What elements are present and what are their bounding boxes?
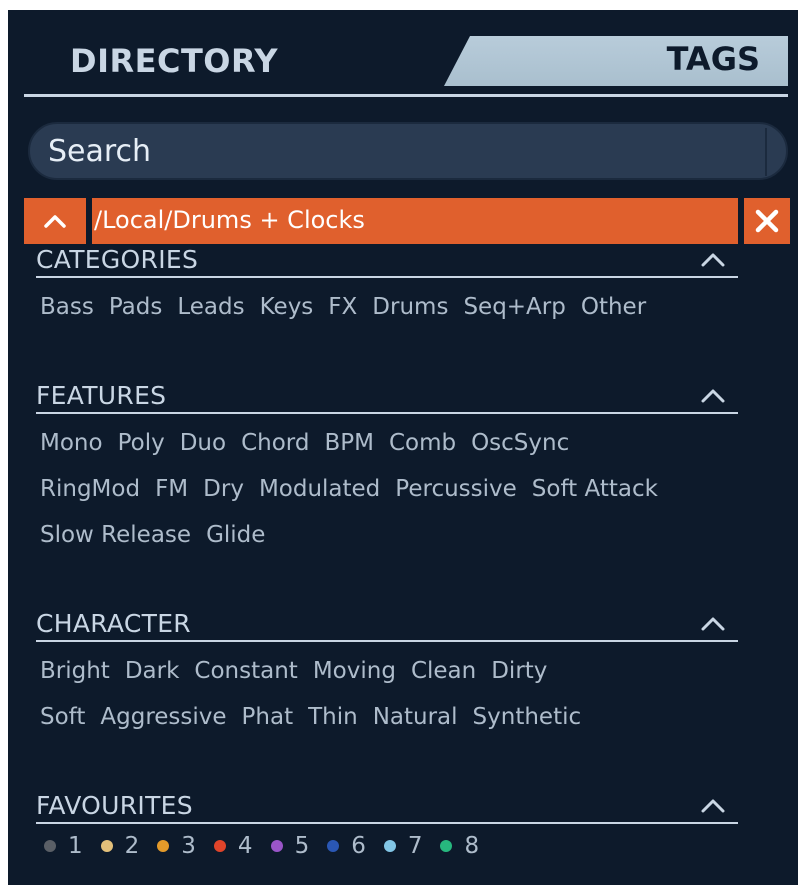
tag-row: Bright Dark Constant Moving Clean Dirty bbox=[40, 648, 738, 694]
tag-drums[interactable]: Drums bbox=[372, 294, 448, 320]
features-tags: Mono Poly Duo Chord BPM Comb OscSync RingMod FM D… bbox=[36, 414, 738, 558]
color-dot-icon bbox=[327, 840, 340, 852]
tag-poly[interactable]: Poly bbox=[118, 430, 165, 456]
tab-tags[interactable]: TAGS bbox=[444, 36, 788, 86]
color-dot-icon bbox=[100, 840, 113, 852]
collapse-icon[interactable] bbox=[700, 386, 726, 406]
tag-phat[interactable]: Phat bbox=[242, 704, 294, 730]
favourite-1[interactable]: 1 bbox=[44, 833, 83, 859]
tag-natural[interactable]: Natural bbox=[373, 704, 458, 730]
tag-mono[interactable]: Mono bbox=[40, 430, 103, 456]
tag-dark[interactable]: Dark bbox=[125, 658, 180, 684]
tag-row: Mono Poly Duo Chord BPM Comb OscSync bbox=[40, 420, 738, 466]
close-icon bbox=[755, 209, 779, 233]
features-header: FEATURES bbox=[36, 381, 738, 414]
path-bar: /Local/Drums + Clocks bbox=[24, 198, 790, 244]
tag-bpm[interactable]: BPM bbox=[324, 430, 374, 456]
color-dot-icon bbox=[44, 840, 56, 852]
search-box bbox=[28, 122, 788, 180]
character-section: CHARACTER Bright Dark Constant Moving Clean D… bbox=[36, 609, 738, 740]
tag-fx[interactable]: FX bbox=[328, 294, 357, 320]
tag-other[interactable]: Other bbox=[581, 294, 646, 320]
tag-constant[interactable]: Constant bbox=[194, 658, 297, 684]
tag-slow-release[interactable]: Slow Release bbox=[40, 522, 191, 548]
favourite-4[interactable]: 4 bbox=[213, 833, 253, 859]
tag-row: RingMod FM Dry Modulated Percussive Soft Atta… bbox=[40, 466, 738, 512]
tag-seq-arp[interactable]: Seq+Arp bbox=[463, 294, 565, 320]
favourite-2[interactable]: 2 bbox=[100, 833, 140, 859]
search-divider bbox=[765, 128, 767, 176]
path-up-button[interactable] bbox=[24, 198, 86, 244]
categories-header: CATEGORIES bbox=[36, 245, 738, 278]
favourites-list: 1 2 3 4 5 6 7 8 bbox=[36, 824, 738, 868]
browser-panel: DIRECTORY TAGS /Local/Drums + Clocks CAT… bbox=[8, 10, 798, 885]
favourites-header: FAVOURITES bbox=[36, 791, 738, 824]
tag-bass[interactable]: Bass bbox=[40, 294, 94, 320]
tag-aggressive[interactable]: Aggressive bbox=[100, 704, 226, 730]
tab-directory[interactable]: DIRECTORY bbox=[24, 34, 464, 98]
favourite-3[interactable]: 3 bbox=[157, 833, 196, 859]
tag-fm[interactable]: FM bbox=[155, 476, 188, 502]
path-clear-button[interactable] bbox=[744, 198, 790, 244]
collapse-icon[interactable] bbox=[700, 614, 726, 634]
favourite-label: 5 bbox=[294, 833, 310, 859]
tag-row: Bass Pads Leads Keys FX Drums Seq+Arp Other bbox=[40, 284, 738, 330]
favourite-label: 4 bbox=[237, 833, 253, 859]
tag-row: Slow Release Glide bbox=[40, 512, 738, 558]
section-title: CATEGORIES bbox=[36, 245, 199, 274]
tag-moving[interactable]: Moving bbox=[313, 658, 396, 684]
favourites-section: FAVOURITES 1 2 3 4 5 6 7 8 bbox=[36, 791, 738, 868]
favourite-label: 8 bbox=[464, 833, 480, 859]
features-section: FEATURES Mono Poly Duo Chord BPM Comb OscSync R… bbox=[36, 381, 738, 558]
color-dot-icon bbox=[440, 840, 453, 852]
favourite-label: 1 bbox=[68, 833, 83, 859]
chevron-up-icon bbox=[44, 215, 66, 228]
color-dot-icon bbox=[157, 840, 170, 852]
section-title: FEATURES bbox=[36, 381, 167, 410]
tag-row: Soft Aggressive Phat Thin Natural Synthetic bbox=[40, 694, 738, 740]
tag-soft-attack[interactable]: Soft Attack bbox=[532, 476, 658, 502]
path-label: /Local/Drums + Clocks bbox=[92, 198, 738, 244]
character-header: CHARACTER bbox=[36, 609, 738, 642]
tag-synthetic[interactable]: Synthetic bbox=[473, 704, 582, 730]
favourite-6[interactable]: 6 bbox=[327, 833, 366, 859]
tag-modulated[interactable]: Modulated bbox=[259, 476, 380, 502]
color-dot-icon bbox=[270, 840, 283, 852]
categories-tags: Bass Pads Leads Keys FX Drums Seq+Arp Other bbox=[36, 278, 738, 330]
favourite-label: 6 bbox=[351, 833, 366, 859]
tag-chord[interactable]: Chord bbox=[241, 430, 309, 456]
favourite-5[interactable]: 5 bbox=[270, 833, 310, 859]
tag-percussive[interactable]: Percussive bbox=[395, 476, 517, 502]
tag-thin[interactable]: Thin bbox=[308, 704, 358, 730]
tag-clean[interactable]: Clean bbox=[411, 658, 476, 684]
favourite-label: 7 bbox=[407, 833, 423, 859]
tag-ringmod[interactable]: RingMod bbox=[40, 476, 140, 502]
favourite-8[interactable]: 8 bbox=[440, 833, 479, 859]
collapse-icon[interactable] bbox=[700, 250, 726, 270]
tag-glide[interactable]: Glide bbox=[206, 522, 265, 548]
tag-comb[interactable]: Comb bbox=[389, 430, 456, 456]
tab-bar: DIRECTORY TAGS bbox=[24, 34, 788, 100]
tab-underline bbox=[24, 94, 788, 97]
character-tags: Bright Dark Constant Moving Clean Dirty Soft Ag… bbox=[36, 642, 738, 740]
section-title: CHARACTER bbox=[36, 609, 191, 638]
tag-bright[interactable]: Bright bbox=[40, 658, 110, 684]
favourite-7[interactable]: 7 bbox=[383, 833, 423, 859]
color-dot-icon bbox=[383, 840, 396, 852]
favourite-label: 3 bbox=[181, 833, 196, 859]
section-title: FAVOURITES bbox=[36, 791, 193, 820]
tag-duo[interactable]: Duo bbox=[180, 430, 226, 456]
tag-oscsync[interactable]: OscSync bbox=[471, 430, 569, 456]
color-dot-icon bbox=[213, 840, 226, 852]
tag-dirty[interactable]: Dirty bbox=[491, 658, 547, 684]
collapse-icon[interactable] bbox=[700, 796, 726, 816]
tag-pads[interactable]: Pads bbox=[109, 294, 163, 320]
favourite-label: 2 bbox=[124, 833, 140, 859]
tag-soft[interactable]: Soft bbox=[40, 704, 85, 730]
tag-dry[interactable]: Dry bbox=[203, 476, 244, 502]
categories-section: CATEGORIES Bass Pads Leads Keys FX Drums Seq+A… bbox=[36, 245, 738, 330]
tag-keys[interactable]: Keys bbox=[260, 294, 314, 320]
search-input[interactable] bbox=[30, 124, 765, 178]
tag-leads[interactable]: Leads bbox=[177, 294, 244, 320]
